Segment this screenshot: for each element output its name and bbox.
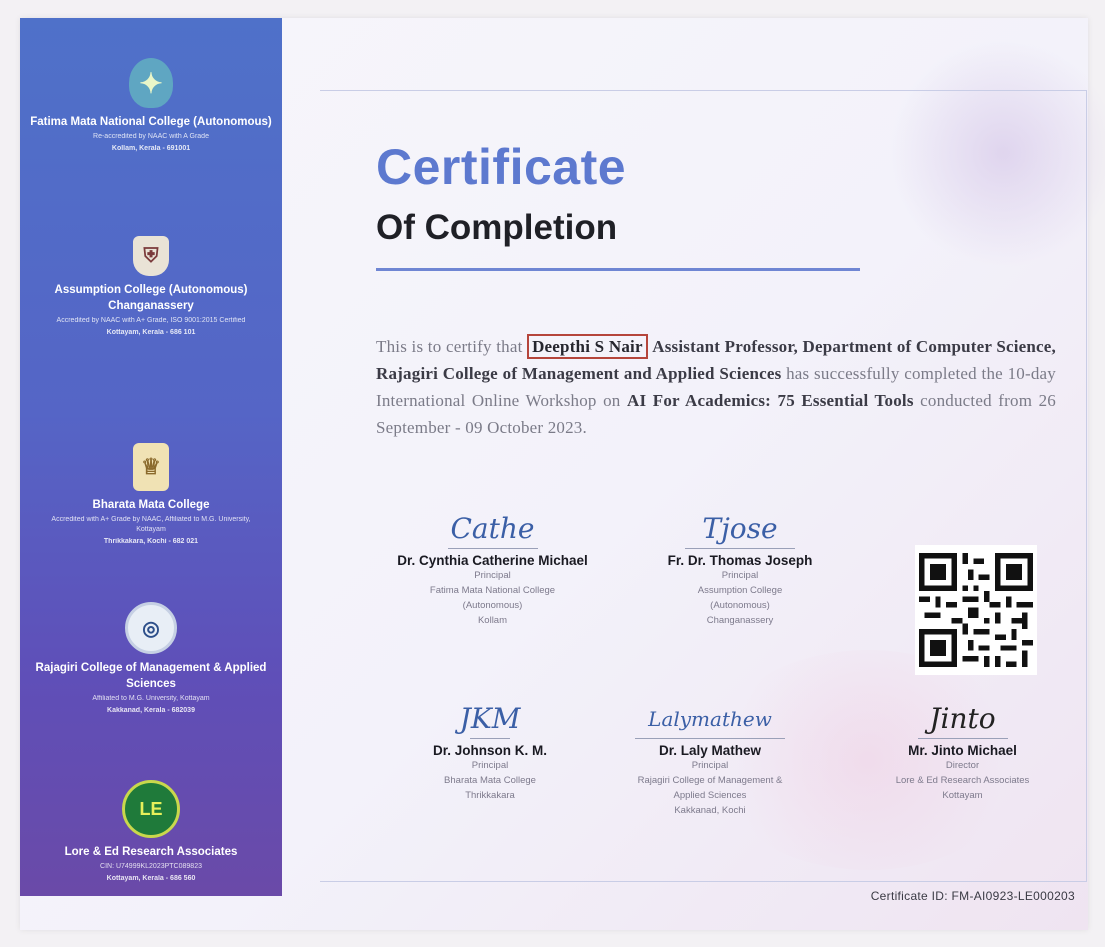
institution-assumption: ⛨ Assumption College (Autonomous) Changa…: [20, 236, 282, 338]
signer-org: Lore & Ed Research Associates: [895, 775, 1030, 786]
institution-subtitle: CIN: U74999KL2023PTC089823: [100, 863, 202, 870]
signatory-cynthia: Cathe Dr. Cynthia Catherine Michael Prin…: [370, 505, 615, 628]
signer-org: Bharata Mata College: [444, 775, 536, 786]
institution-fatima-mata: ✦ Fatima Mata National College (Autonomo…: [20, 58, 282, 154]
institution-location: Kottayam, Kerala - 686 560: [106, 875, 196, 882]
signer-name: Fr. Dr. Thomas Joseph: [667, 553, 813, 568]
institution-name: Lore & Ed Research Associates: [64, 846, 238, 858]
signature-mark: Cathe: [370, 505, 615, 553]
institutions-sidebar: ✦ Fatima Mata National College (Autonomo…: [20, 18, 282, 896]
institution-name: Assumption College (Autonomous) Changana…: [54, 284, 248, 312]
signer-role: Principal: [721, 570, 759, 581]
signature-mark: Lalymathew: [595, 695, 825, 743]
institution-subtitle: Accredited with A+ Grade by NAAC, Affili…: [51, 516, 251, 533]
certificate-title: Certificate: [376, 139, 627, 195]
institution-location: Thrikkakara, Kochi - 682 021: [103, 538, 199, 545]
institution-subtitle: Affiliated to M.G. University, Kottayam: [92, 695, 210, 702]
signature-scribble: Cathe: [450, 512, 535, 545]
signer-org: Thrikkakara: [465, 790, 515, 801]
signer-org: Kottayam: [942, 790, 983, 801]
signatory-johnson: JKM Dr. Johnson K. M. Principal Bharata …: [395, 695, 585, 803]
crest-icon: ⛨: [133, 236, 169, 276]
signer-org: Rajagiri College of Management &: [637, 775, 783, 786]
institution-subtitle: Re-accredited by NAAC with A Grade: [93, 133, 209, 140]
signer-name: Dr. Johnson K. M.: [432, 743, 547, 758]
signature-line: [917, 738, 1008, 739]
signature-mark: Jinto: [855, 695, 1070, 743]
certificate-subtitle: Of Completion: [376, 208, 618, 247]
body-lead: This is to certify that: [376, 337, 523, 356]
institution-rajagiri: ◎ Rajagiri College of Management & Appli…: [20, 602, 282, 716]
institution-lore-ed: LE Lore & Ed Research Associates CIN: U7…: [20, 780, 282, 884]
signer-org: Changanassery: [706, 615, 774, 626]
recipient-name: Deepthi S Nair: [527, 334, 648, 359]
signatory-laly: Lalymathew Dr. Laly Mathew Principal Raj…: [595, 695, 825, 818]
signature-line: [470, 738, 510, 739]
signer-role: Principal: [471, 760, 509, 771]
certificate-body: This is to certify that Deepthi S Nair A…: [376, 333, 1056, 441]
signer-org: Fatima Mata National College: [429, 585, 556, 596]
signer-org: (Autonomous): [710, 600, 770, 611]
figure-icon: ♕: [133, 443, 169, 491]
le-logo-icon: LE: [122, 780, 180, 838]
signature-scribble: Jinto: [929, 702, 996, 735]
signer-org: Applied Sciences: [673, 790, 747, 801]
program-title: AI For Academics: 75 Essential Tools: [626, 391, 914, 410]
institution-name: Rajagiri College of Management & Applied…: [35, 662, 267, 690]
institution-subtitle: Accredited by NAAC with A+ Grade, ISO 90…: [56, 317, 246, 324]
signature-scribble: Lalymathew: [648, 707, 772, 731]
signatory-jinto: Jinto Mr. Jinto Michael Director Lore & …: [855, 695, 1070, 803]
institution-bharata-mata: ♕ Bharata Mata College Accredited with A…: [20, 443, 282, 547]
signer-name: Dr. Cynthia Catherine Michael: [397, 553, 588, 568]
signature-mark: Tjose: [640, 505, 840, 553]
signature-scribble: JKM: [459, 702, 521, 735]
signature-line: [685, 548, 795, 549]
institution-location: Kollam, Kerala - 691001: [111, 145, 191, 152]
signature-mark: JKM: [395, 695, 585, 743]
signer-role: Director: [945, 760, 980, 771]
signature-scribble: Tjose: [702, 512, 778, 545]
signer-name: Mr. Jinto Michael: [908, 743, 1017, 758]
qr-code-icon: [919, 553, 1033, 667]
certificate-id: Certificate ID: FM-AI0923-LE000203: [870, 889, 1075, 903]
signature-line: [635, 738, 785, 739]
star-emblem-icon: ✦: [129, 58, 173, 108]
signatory-thomas: Tjose Fr. Dr. Thomas Joseph Principal As…: [640, 505, 840, 628]
institution-name: Bharata Mata College: [92, 499, 210, 511]
signer-org: Kollam: [477, 615, 508, 626]
signature-line: [447, 548, 538, 549]
institution-name: Fatima Mata National College (Autonomous…: [30, 116, 272, 128]
verification-qr-code[interactable]: [915, 545, 1037, 675]
seal-icon: ◎: [125, 602, 177, 654]
signer-org: Kakkanad, Kochi: [674, 805, 746, 816]
signer-role: Principal: [474, 570, 511, 581]
signer-name: Dr. Laly Mathew: [658, 743, 762, 758]
signer-org: (Autonomous): [462, 600, 523, 611]
title-divider: [376, 268, 860, 271]
institution-location: Kottayam, Kerala - 686 101: [106, 329, 196, 336]
institution-location: Kakkanad, Kerala - 682039: [107, 707, 195, 714]
signer-role: Principal: [691, 760, 729, 771]
signer-org: Assumption College: [697, 585, 783, 596]
